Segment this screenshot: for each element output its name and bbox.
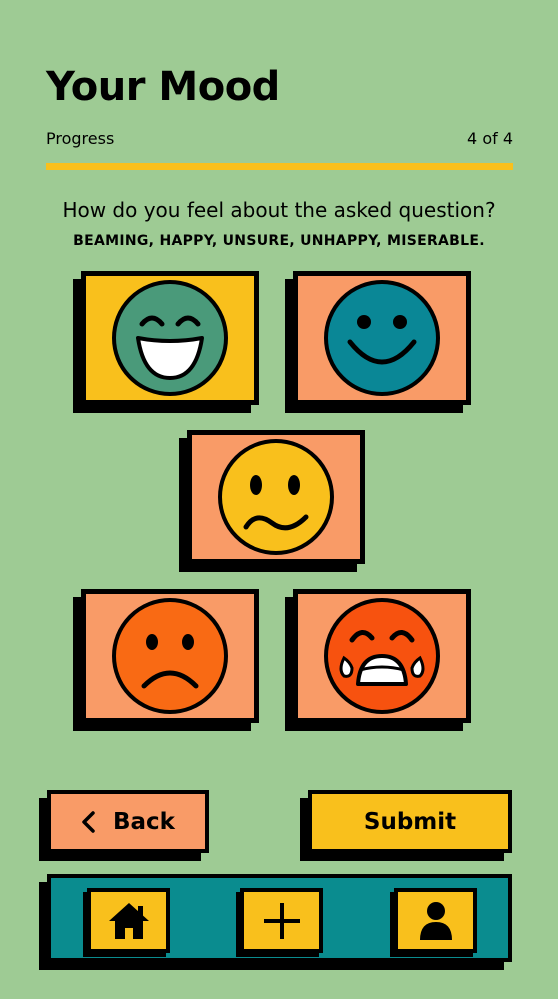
plus-icon (263, 902, 300, 939)
submit-button-label: Submit (363, 808, 457, 835)
frowning-face-icon (112, 598, 228, 714)
progress-label: Progress (46, 129, 115, 148)
nav-add-button[interactable] (240, 888, 323, 953)
mood-card-beaming[interactable] (81, 271, 259, 405)
home-icon (108, 902, 149, 939)
beaming-face-icon (112, 280, 228, 396)
submit-button[interactable]: Submit (308, 790, 512, 853)
mood-card-happy[interactable] (293, 271, 471, 405)
unsure-face-icon (218, 439, 334, 555)
mood-card-unsure[interactable] (187, 430, 365, 564)
nav-home-button[interactable] (87, 888, 170, 953)
progress-bar (46, 163, 513, 170)
crying-face-icon (324, 598, 440, 714)
page-title: Your Mood (46, 64, 280, 110)
smiling-face-icon (324, 280, 440, 396)
mood-card-unhappy[interactable] (81, 589, 259, 723)
mood-card-miserable[interactable] (293, 589, 471, 723)
chevron-left-icon (82, 810, 95, 833)
mood-options-hint: BEAMING, HAPPY, UNSURE, UNHAPPY, MISERAB… (73, 233, 485, 249)
user-icon (419, 901, 452, 940)
nav-profile-button[interactable] (394, 888, 477, 953)
progress-count: 4 of 4 (467, 129, 513, 148)
progress-bar-fill (46, 163, 513, 170)
back-button[interactable]: Back (47, 790, 209, 853)
question-text: How do you feel about the asked question… (62, 198, 496, 222)
back-button-label: Back (113, 808, 175, 835)
bottom-nav (47, 874, 512, 962)
